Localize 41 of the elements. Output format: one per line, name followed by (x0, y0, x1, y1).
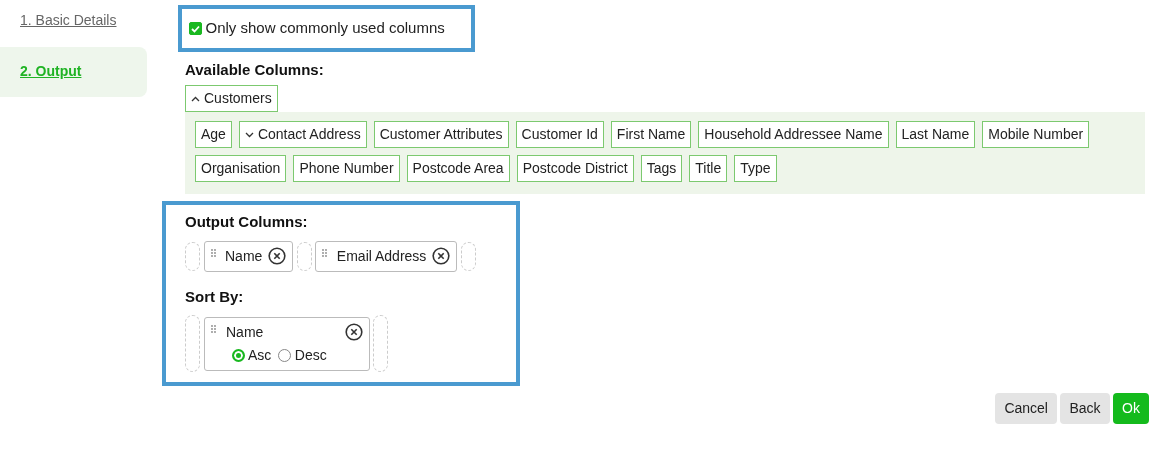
output-column-chip[interactable]: Name (203, 240, 294, 272)
caret-down-icon (244, 131, 254, 138)
drag-handle-icon[interactable] (210, 324, 216, 333)
column-chip[interactable]: Mobile Number (982, 121, 1090, 148)
section-heading: Sort By: (185, 286, 245, 307)
column-chip[interactable]: Age (195, 121, 232, 148)
column-chip[interactable]: Customer Id (515, 121, 604, 148)
radio-option[interactable]: Desc (278, 344, 327, 366)
column-chip[interactable]: First Name (610, 121, 692, 148)
column-group-toggle[interactable]: Contact Address (238, 121, 367, 148)
remove-icon[interactable] (268, 247, 287, 265)
column-label: Name (225, 246, 263, 266)
column-chip[interactable]: Title (689, 155, 728, 182)
column-chip[interactable]: Type (734, 155, 777, 182)
caret-up-icon (191, 95, 200, 102)
remove-icon[interactable] (344, 323, 363, 341)
action-button[interactable]: Cancel (995, 393, 1057, 424)
column-chip[interactable]: Organisation (195, 155, 287, 182)
action-button[interactable]: Back (1060, 393, 1110, 424)
column-chip[interactable]: Household Addressee Name (698, 121, 889, 148)
column-chip[interactable]: Phone Number (293, 155, 400, 182)
checkbox-label[interactable]: Only show commonly used columns (205, 17, 445, 40)
output-column-chip[interactable]: Email Address (315, 240, 458, 272)
radio-button[interactable] (231, 348, 245, 362)
remove-icon[interactable] (432, 247, 451, 265)
column-chip[interactable]: Customer Attributes (373, 121, 509, 148)
section-heading: Available Columns: (185, 60, 325, 80)
sort-column-card[interactable]: Name Asc Desc (203, 316, 370, 371)
column-chip[interactable]: Last Name (895, 121, 976, 148)
column-chip[interactable]: Tags (640, 155, 683, 182)
section-heading: Output Columns: (185, 212, 309, 232)
step-tab[interactable]: 1. Basic Details (0, 0, 147, 31)
column-chip[interactable]: Postcode District (516, 155, 634, 182)
checkbox[interactable] (189, 22, 202, 35)
column-label: Email Address (336, 246, 427, 266)
column-label: Name (226, 322, 265, 342)
drag-handle-icon[interactable] (210, 248, 216, 257)
column-chip[interactable]: Postcode Area (406, 155, 510, 182)
radio-option[interactable]: Asc (231, 344, 272, 366)
drag-handle-icon[interactable] (322, 248, 328, 257)
group-toggle[interactable]: Customers (185, 85, 278, 112)
